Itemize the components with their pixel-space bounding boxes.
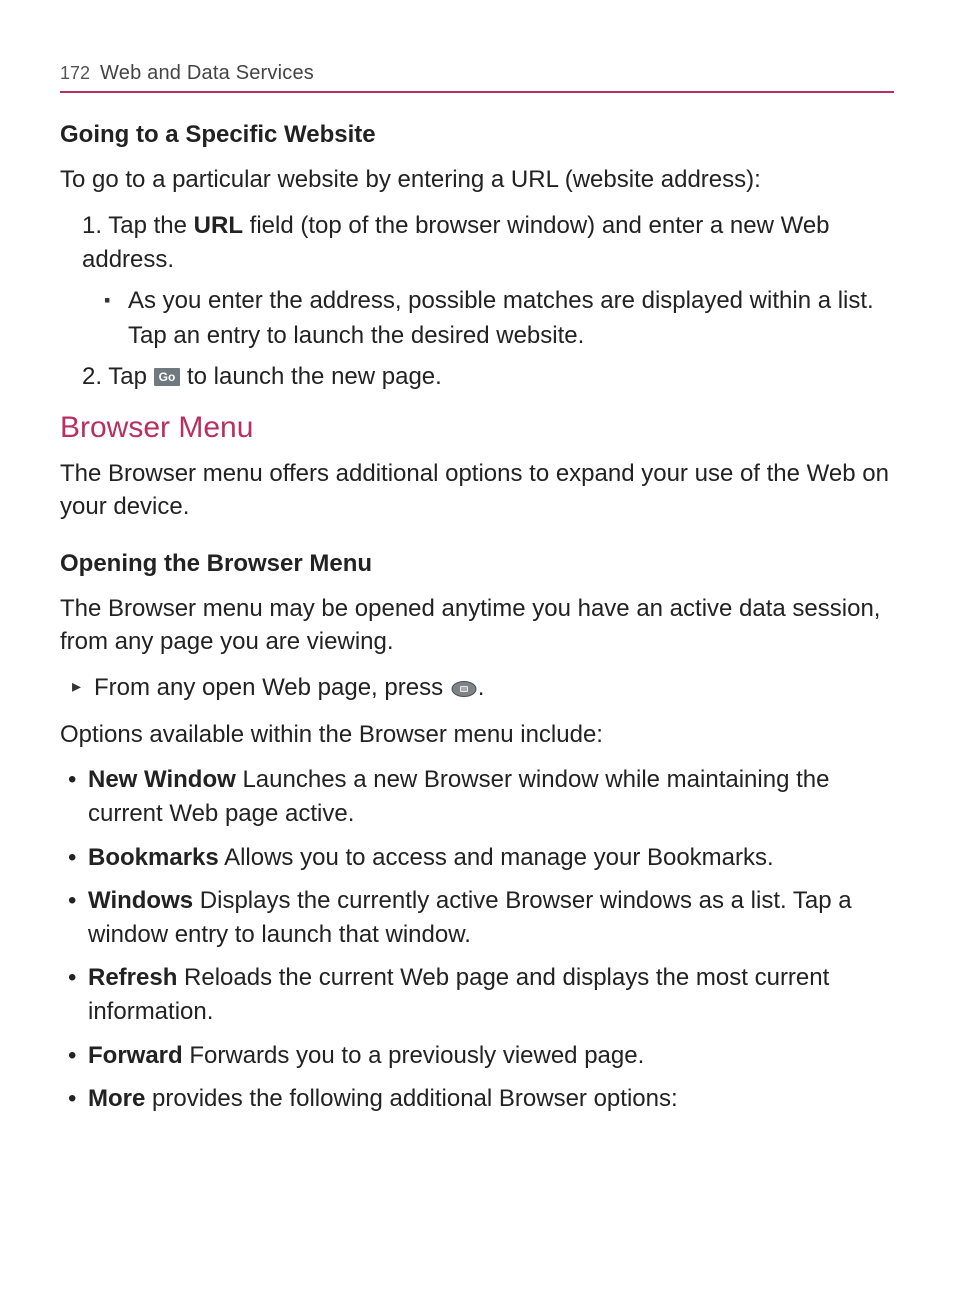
- url-label: URL: [194, 212, 243, 239]
- option-bold: Windows: [88, 887, 193, 914]
- step-2: 2. Tap Go to launch the new page.: [82, 360, 894, 395]
- option-bold: Bookmarks: [88, 844, 219, 871]
- step-1-sub: As you enter the address, possible match…: [128, 284, 894, 354]
- step-number: 1.: [82, 212, 102, 239]
- opening-browser-intro: The Browser menu may be opened anytime y…: [60, 592, 894, 659]
- step-text: Tap Go to launch the new page.: [108, 363, 442, 390]
- option-refresh: Refresh Reloads the current Web page and…: [88, 961, 894, 1028]
- step-2-pre: Tap: [108, 363, 153, 390]
- menu-key-icon: [450, 680, 478, 698]
- step-1-sub-text: As you enter the address, possible match…: [128, 287, 874, 349]
- option-bookmarks: Bookmarks Allows you to access and manag…: [88, 841, 894, 875]
- steps-list: 1. Tap the URL field (top of the browser…: [60, 209, 894, 395]
- page-header: 172 Web and Data Services: [60, 62, 894, 93]
- page-number: 172: [60, 63, 90, 84]
- press-menu-item: From any open Web page, press .: [94, 671, 894, 706]
- heading-browser-menu: Browser Menu: [60, 411, 894, 445]
- option-text: provides the following additional Browse…: [145, 1085, 677, 1112]
- option-forward: Forward Forwards you to a previously vie…: [88, 1039, 894, 1073]
- option-bold: Refresh: [88, 964, 177, 991]
- intro-text-1: To go to a particular website by enterin…: [60, 163, 894, 197]
- header-title: Web and Data Services: [100, 62, 314, 85]
- step-text: Tap the URL field (top of the browser wi…: [82, 212, 830, 274]
- option-text: Forwards you to a previously viewed page…: [183, 1042, 645, 1069]
- step-number: 2.: [82, 363, 102, 390]
- option-bold: Forward: [88, 1042, 183, 1069]
- option-bold: More: [88, 1085, 145, 1112]
- step-2-post: to launch the new page.: [180, 363, 442, 390]
- press-menu-text: From any open Web page, press: [94, 674, 450, 701]
- options-intro: Options available within the Browser men…: [60, 718, 894, 752]
- option-bold: New Window: [88, 766, 236, 793]
- step-1: 1. Tap the URL field (top of the browser…: [82, 209, 894, 354]
- step-1-sublist: As you enter the address, possible match…: [82, 284, 894, 354]
- option-new-window: New Window Launches a new Browser window…: [88, 763, 894, 830]
- option-windows: Windows Displays the currently active Br…: [88, 884, 894, 951]
- go-button-icon: Go: [154, 368, 181, 386]
- press-menu-period: .: [478, 674, 485, 701]
- options-list: New Window Launches a new Browser window…: [60, 763, 894, 1115]
- option-text: Displays the currently active Browser wi…: [88, 887, 852, 948]
- press-menu-list: From any open Web page, press .: [60, 671, 894, 706]
- subheading-going-to-website: Going to a Specific Website: [60, 121, 894, 149]
- option-text: Reloads the current Web page and display…: [88, 964, 829, 1025]
- option-more: More provides the following additional B…: [88, 1082, 894, 1116]
- browser-menu-intro: The Browser menu offers additional optio…: [60, 457, 894, 524]
- subheading-opening-browser-menu: Opening the Browser Menu: [60, 550, 894, 578]
- option-text: Allows you to access and manage your Boo…: [219, 844, 774, 871]
- step-1-pre: Tap the: [108, 212, 193, 239]
